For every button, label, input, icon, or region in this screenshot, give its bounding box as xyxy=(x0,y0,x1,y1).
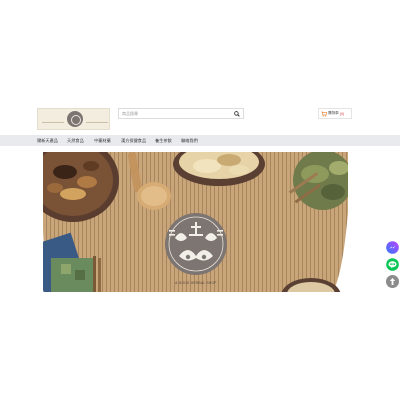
nav-item-herbal-tea[interactable]: 養生茶飲 xyxy=(155,138,172,144)
hero-tagline: A GOOD HERBAL SHOP xyxy=(175,281,216,285)
arrow-up-icon xyxy=(389,278,396,285)
logo-ornament-right xyxy=(86,122,108,123)
hero-banner[interactable]: A GOOD HERBAL SHOP xyxy=(43,152,348,292)
brand-emblem xyxy=(165,213,227,275)
logo-emblem xyxy=(67,111,83,127)
line-button[interactable] xyxy=(386,258,399,271)
messenger-icon xyxy=(386,241,399,254)
search-bar xyxy=(118,108,244,119)
cart-label: 購物車 xyxy=(328,111,339,115)
search-icon[interactable] xyxy=(234,111,240,117)
page: 購物車 (0) 爾新天產品 天然食品 中藥材藥 漢方保健食品 養生茶飲 聯絡我們 xyxy=(0,0,400,400)
cart-icon xyxy=(321,111,327,117)
back-to-top-button[interactable] xyxy=(386,275,399,288)
logo-ornament-left xyxy=(42,122,64,123)
line-icon xyxy=(386,258,399,271)
nav-item-contact[interactable]: 聯絡我們 xyxy=(181,138,198,144)
cart-count: (0) xyxy=(339,111,345,116)
site-logo[interactable] xyxy=(37,108,110,130)
messenger-button[interactable] xyxy=(386,241,399,254)
nav-item-natural-foods[interactable]: 天然食品 xyxy=(67,138,84,144)
search-input[interactable] xyxy=(119,109,231,118)
cart-button[interactable]: 購物車 (0) xyxy=(318,108,352,119)
nav-item-health-foods[interactable]: 漢方保健食品 xyxy=(121,138,146,144)
nav-item-new-products[interactable]: 爾新天產品 xyxy=(37,138,58,144)
nav-item-herbal-materials[interactable]: 中藥材藥 xyxy=(94,138,111,144)
main-nav: 爾新天產品 天然食品 中藥材藥 漢方保健食品 養生茶飲 聯絡我們 xyxy=(0,135,400,146)
